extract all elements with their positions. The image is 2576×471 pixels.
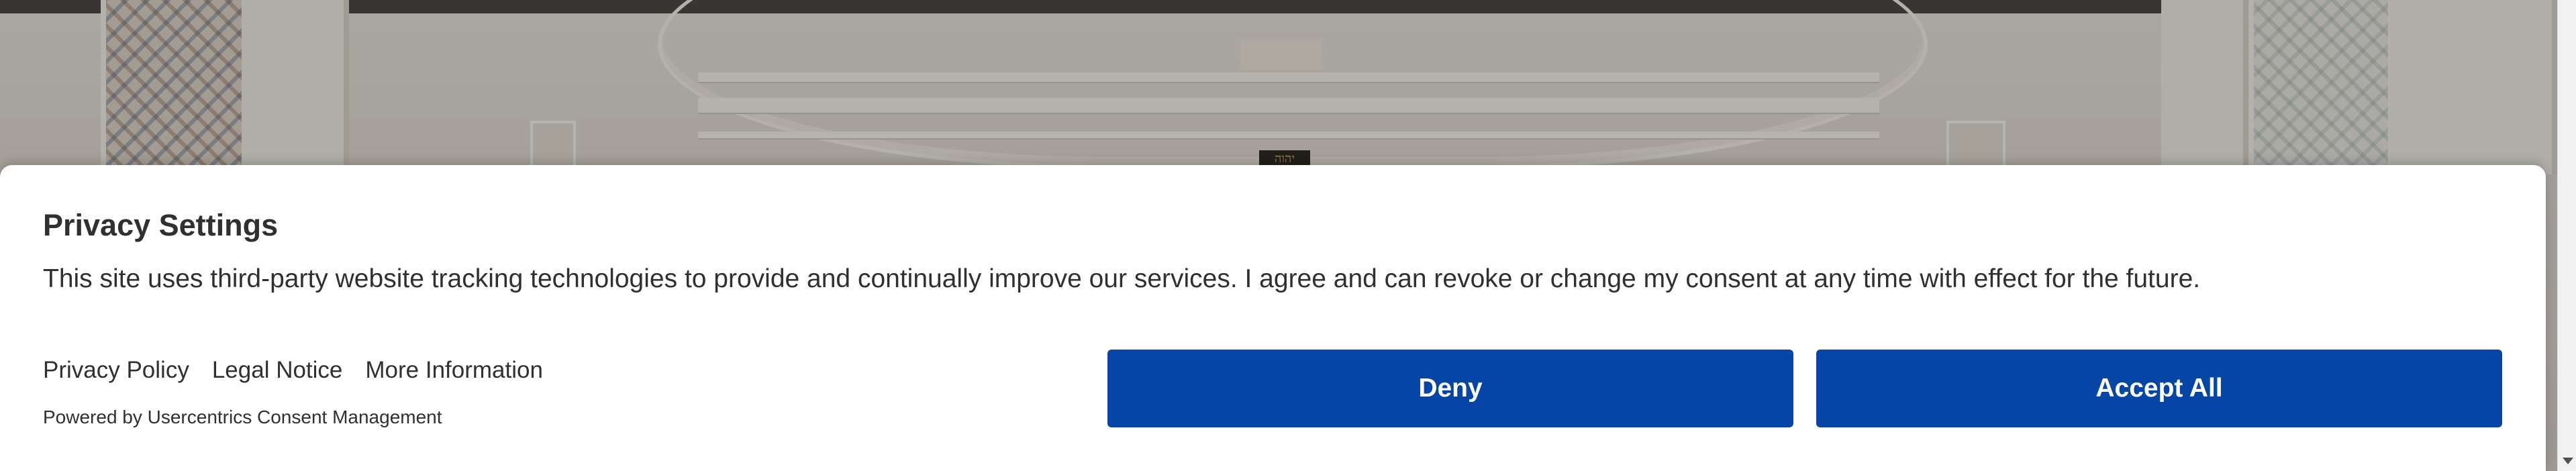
consent-banner: Privacy Settings This site uses third-pa… bbox=[0, 165, 2546, 471]
chevron-down-icon[interactable] bbox=[2563, 458, 2573, 464]
legal-notice-link[interactable]: Legal Notice bbox=[212, 357, 343, 384]
more-information-link[interactable]: More Information bbox=[365, 357, 543, 384]
banner-links: Privacy Policy Legal Notice More Informa… bbox=[43, 357, 543, 384]
deny-button[interactable]: Deny bbox=[1107, 350, 1793, 427]
banner-description: This site uses third-party website track… bbox=[43, 264, 2201, 293]
banner-title: Privacy Settings bbox=[43, 208, 279, 242]
powered-by-text: Powered by Usercentrics Consent Manageme… bbox=[43, 407, 442, 427]
privacy-policy-link[interactable]: Privacy Policy bbox=[43, 357, 189, 384]
accept-all-button[interactable]: Accept All bbox=[1816, 350, 2502, 427]
page-scrollbar[interactable] bbox=[2557, 0, 2576, 471]
